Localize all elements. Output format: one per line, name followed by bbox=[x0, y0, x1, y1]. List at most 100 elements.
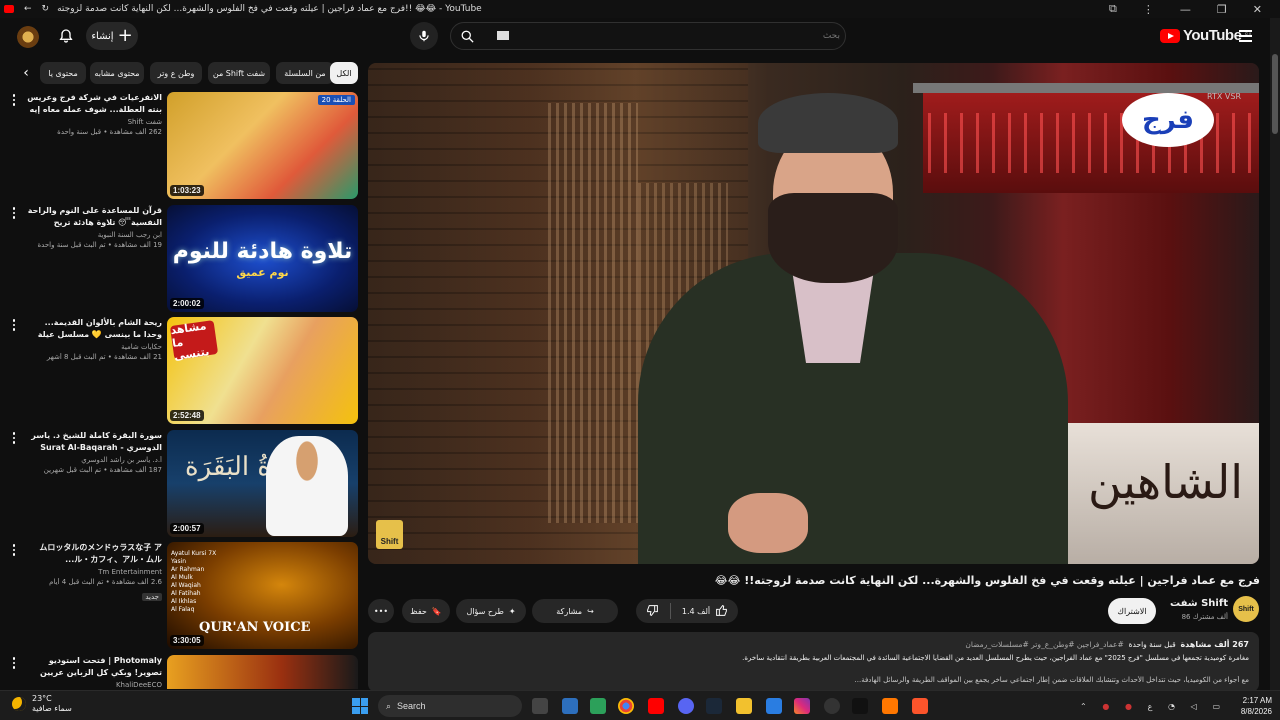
video-thumbnail[interactable]: مشاهد ما بتنسى 2:52:48 bbox=[167, 317, 358, 424]
thumbnail-text: QUR'AN VOICE bbox=[199, 620, 311, 635]
video-thumbnail[interactable]: تلاوة هادئة للنوم نوم عميق 2:00:02 bbox=[167, 205, 358, 312]
chip-similar[interactable]: محتوى مشابه bbox=[90, 62, 144, 84]
video-thumbnail[interactable]: Ayatul Kursi 7X Yasin Ar Rahman Al Mulk … bbox=[167, 542, 358, 649]
recommendation-title[interactable]: الانفرعيات في شركة فرج وعريس بنته العطلة… bbox=[26, 92, 162, 116]
channel-name[interactable]: شفت Shift bbox=[1150, 598, 1228, 609]
recommendation-meta: 19 ألف مشاهدة • تم البث قبل سنة واحدة bbox=[37, 241, 163, 249]
back-icon[interactable]: ← bbox=[24, 4, 32, 14]
tray-app-icon: ● bbox=[1102, 701, 1110, 711]
account-avatar[interactable] bbox=[17, 26, 39, 48]
recommendation-channel[interactable]: أ.د. ياسر بن راشد الدوسري bbox=[26, 456, 162, 464]
search-icon[interactable] bbox=[455, 24, 479, 48]
more-actions-icon[interactable] bbox=[8, 544, 20, 558]
recommendation-item[interactable]: الحلقة 20 1:03:23 الانفرعيات في شركة فرج… bbox=[8, 92, 358, 200]
video-thumbnail[interactable]: سُورَةُ البَقَرَة 2:00:57 bbox=[167, 430, 358, 537]
store-icon[interactable] bbox=[766, 698, 782, 714]
search-input[interactable] bbox=[495, 26, 840, 46]
file-explorer-icon[interactable] bbox=[736, 698, 752, 714]
recommendation-title[interactable]: قرآن للمساعدة على النوم والراحة النفسية😴… bbox=[26, 205, 162, 229]
windows-start-icon[interactable] bbox=[352, 698, 368, 714]
recommendation-channel[interactable]: ابن رجب السنة النبوية bbox=[26, 231, 162, 239]
channel-avatar[interactable]: Shift bbox=[1233, 596, 1259, 622]
taskbar-search[interactable]: ⌕ Search bbox=[378, 695, 522, 717]
thumbnail-subtext: نوم عميق bbox=[236, 265, 289, 279]
chat-app-icon[interactable] bbox=[590, 698, 606, 714]
moon-icon bbox=[12, 697, 26, 711]
like-icon[interactable] bbox=[715, 604, 728, 619]
recommendation-channel[interactable]: شفت Shift bbox=[26, 118, 162, 126]
description-box[interactable]: 267 ألف مشاهدة قبل سنة واحدة #عماد_فراجي… bbox=[368, 632, 1259, 692]
weather-condition: سماء صافية bbox=[32, 704, 72, 713]
steam-icon[interactable] bbox=[706, 698, 722, 714]
rtx-vsr-overlay: RTX VSR bbox=[1207, 92, 1241, 101]
recommendation-item[interactable]: مشاهد ما بتنسى 2:52:48 ريحة الشام بالألو… bbox=[8, 317, 358, 425]
video-thumbnail[interactable]: الحلقة 20 1:03:23 bbox=[167, 92, 358, 199]
notifications-bell-icon[interactable] bbox=[56, 26, 76, 46]
recommendation-channel[interactable]: Tm Entertainment bbox=[26, 568, 162, 576]
page-scrollbar[interactable] bbox=[1270, 18, 1280, 690]
chip-all[interactable]: الكل bbox=[330, 62, 358, 84]
close-icon[interactable]: ✕ bbox=[1253, 3, 1262, 16]
youtube-app-icon[interactable] bbox=[648, 698, 664, 714]
video-thumbnail[interactable] bbox=[167, 655, 358, 689]
thumbnail-surah-list: Ayatul Kursi 7X Yasin Ar Rahman Al Mulk … bbox=[171, 550, 217, 613]
reload-icon[interactable]: ↻ bbox=[42, 4, 50, 14]
duration-badge: 2:00:57 bbox=[170, 523, 204, 534]
chrome-icon[interactable] bbox=[618, 698, 634, 714]
share-button[interactable]: مشاركة ↪ bbox=[532, 599, 618, 623]
share-label: مشاركة bbox=[556, 606, 583, 616]
chip-from-shift[interactable]: من Shift شفت bbox=[208, 62, 270, 84]
chip-watan[interactable]: وطن ع وتر bbox=[150, 62, 202, 84]
save-button[interactable]: حفظ 🔖 bbox=[402, 599, 450, 623]
minimize-icon[interactable]: — bbox=[1180, 3, 1191, 16]
browser-menu-icon[interactable]: ⋮ bbox=[1143, 3, 1154, 16]
voice-search-mic-icon[interactable] bbox=[410, 22, 438, 50]
more-actions-icon[interactable] bbox=[8, 657, 20, 671]
more-actions-icon[interactable] bbox=[8, 319, 20, 333]
discord-icon[interactable] bbox=[678, 698, 694, 714]
soundcloud-icon[interactable] bbox=[882, 698, 898, 714]
system-tray[interactable]: ⌃ ● ● ع ◔ ◁ ▭ bbox=[1080, 695, 1220, 717]
recommendation-item[interactable]: Ayatul Kursi 7X Yasin Ar Rahman Al Mulk … bbox=[8, 542, 358, 650]
recommendation-title[interactable]: ムロッタルのメンドゥラスな子 アル・カフィ、アル・ムル... bbox=[26, 542, 162, 566]
upload-date: قبل سنة واحدة bbox=[1128, 640, 1176, 649]
create-button[interactable]: إنشاء + bbox=[86, 22, 138, 50]
hashtags[interactable]: #عماد_فراجين #وطن_ع_وتر #مسلسلات_رمضان bbox=[965, 640, 1123, 649]
subscribe-button[interactable]: الاشتراك bbox=[1108, 598, 1156, 624]
youtube-favicon-icon bbox=[4, 5, 14, 13]
chip-similar-cut[interactable]: محتوى يا bbox=[40, 62, 86, 84]
brave-icon[interactable] bbox=[912, 698, 928, 714]
chip-from-series[interactable]: من السلسلة bbox=[276, 62, 334, 84]
channel-watermark[interactable]: Shift bbox=[376, 520, 403, 549]
system-clock[interactable]: 2:17 AM 8/8/2026 bbox=[1224, 695, 1272, 717]
ask-button[interactable]: طرح سؤال ✦ bbox=[456, 599, 526, 623]
recommendation-channel[interactable]: KhaliDeeECO bbox=[26, 681, 162, 689]
instagram-icon[interactable] bbox=[794, 698, 810, 714]
settings-icon[interactable] bbox=[824, 698, 840, 714]
recommendation-title[interactable]: ريحة الشام بالألوان القديمة... وحدا ما ب… bbox=[26, 317, 162, 341]
recommendation-item[interactable]: تلاوة هادئة للنوم نوم عميق 2:00:02 قرآن … bbox=[8, 205, 358, 313]
tiktok-icon[interactable] bbox=[852, 698, 868, 714]
recommendation-item[interactable]: سُورَةُ البَقَرَة 2:00:57 سورة البقرة كا… bbox=[8, 430, 358, 538]
video-player[interactable]: الشاهين فرج RTX VSR Shift bbox=[368, 63, 1259, 564]
extensions-icon[interactable]: ⧉ bbox=[1109, 2, 1117, 16]
description-text: مغامرة كوميدية تجمعها في مسلسل "فرج 2025… bbox=[742, 654, 1249, 662]
recommendation-channel[interactable]: حكايات شامية bbox=[26, 343, 162, 351]
chevron-left-icon[interactable]: ‹ bbox=[18, 62, 34, 84]
task-view-icon[interactable] bbox=[532, 698, 548, 714]
more-actions-button[interactable]: ••• bbox=[368, 599, 394, 623]
recommendation-title[interactable]: Photomaly | فتحت استوديو تصوير! وبكي كل … bbox=[26, 655, 162, 679]
recommendation-title[interactable]: سورة البقرة كاملة للشيخ د. ياسر الدوسري … bbox=[26, 430, 162, 454]
restore-icon[interactable]: ❐ bbox=[1217, 3, 1227, 16]
more-actions-icon[interactable] bbox=[8, 94, 20, 108]
widgets-icon[interactable] bbox=[562, 698, 578, 714]
recommendation-item[interactable]: Photomaly | فتحت استوديو تصوير! وبكي كل … bbox=[8, 655, 358, 689]
view-count: 267 ألف مشاهدة bbox=[1180, 640, 1249, 649]
hamburger-menu-icon[interactable] bbox=[1236, 27, 1254, 45]
create-label: إنشاء bbox=[91, 30, 114, 42]
weather-widget[interactable]: 23°C سماء صافية bbox=[12, 694, 72, 714]
more-actions-icon[interactable] bbox=[8, 432, 20, 446]
more-actions-icon[interactable] bbox=[8, 207, 20, 221]
scrollbar-thumb[interactable] bbox=[1272, 54, 1278, 134]
dislike-icon[interactable] bbox=[646, 604, 659, 619]
